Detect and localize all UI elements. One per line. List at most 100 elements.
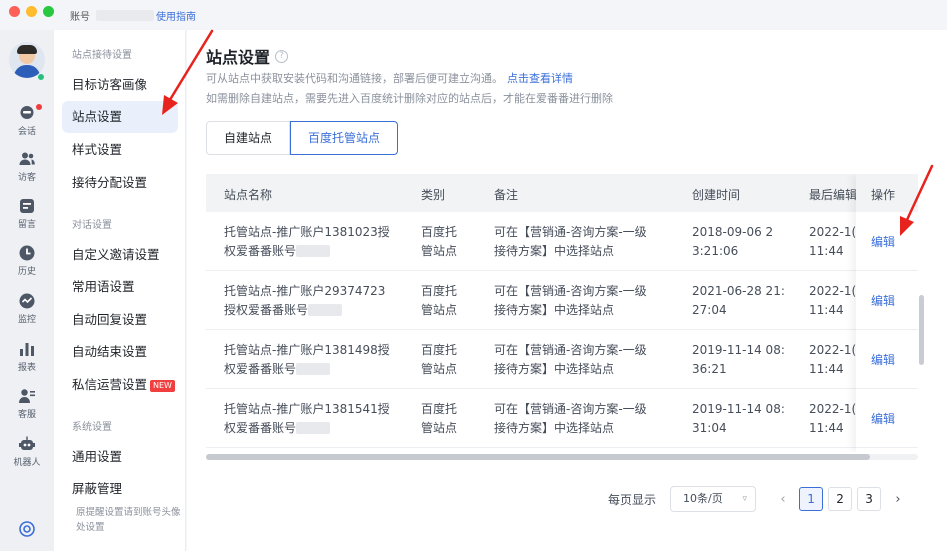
minimize-window-button[interactable] xyxy=(26,6,37,17)
sidebar-item-phrases[interactable]: 常用语设置 xyxy=(62,271,178,303)
message-icon xyxy=(18,197,36,215)
rail-label: 客服 xyxy=(17,410,36,420)
account-info: 账号 使用指南 xyxy=(70,8,196,23)
type-cell: 百度托 管站点 xyxy=(421,225,458,258)
last-edit-cell: 2022-1(11:44 xyxy=(809,225,857,258)
site-tabs: 自建站点 百度托管站点 xyxy=(206,121,399,155)
group-reception: 站点接待设置 xyxy=(72,50,132,61)
sidebar-item-general[interactable]: 通用设置 xyxy=(62,441,178,473)
window-controls xyxy=(9,6,54,17)
rail-item-agent[interactable]: 客服 xyxy=(0,387,54,420)
col-header-action: 操作 xyxy=(856,174,918,212)
agent-icon xyxy=(18,387,36,405)
page-title-text: 站点设置 xyxy=(206,48,271,67)
edit-button[interactable]: 编辑 xyxy=(856,212,918,271)
horizontal-scrollbar[interactable] xyxy=(206,454,918,460)
created-time-cell: 2021-06-28 21: 27:04 xyxy=(692,284,785,317)
description-line-2: 如需删除自建站点，需要先进入百度统计删除对应的站点后，才能在爱番番进行删除 xyxy=(206,92,613,105)
guide-link[interactable]: 使用指南 xyxy=(156,8,196,23)
sites-table: 站点名称 类别 备注 创建时间 最后编辑 托管站点-推广账户1381023授 权爱… xyxy=(206,174,918,452)
group-system: 系统设置 xyxy=(72,422,112,433)
help-icon[interactable]: ? xyxy=(275,49,289,63)
col-header-type: 类别 xyxy=(421,188,446,202)
tab-self-built[interactable]: 自建站点 xyxy=(206,121,291,155)
report-icon xyxy=(18,340,36,358)
rail-item-chat[interactable]: 会话 xyxy=(0,104,54,137)
rail-item-visitors[interactable]: 访客 xyxy=(0,150,54,183)
col-header-last-edit: 最后编辑 xyxy=(809,188,858,202)
edit-button[interactable]: 编辑 xyxy=(856,330,918,389)
edit-button[interactable]: 编辑 xyxy=(856,389,918,448)
created-time-cell: 2018-09-06 2 3:21:06 xyxy=(692,225,774,258)
last-edit-cell: 2022-1(11:44 xyxy=(809,284,857,317)
col-header-name: 站点名称 xyxy=(224,188,273,202)
rail-item-settings[interactable] xyxy=(0,520,54,540)
rail-item-monitor[interactable]: 监控 xyxy=(0,292,54,325)
note-cell: 可在【营销通-咨询方案-一级 接待方案】中选择站点 xyxy=(494,284,647,317)
new-badge: NEW xyxy=(150,380,175,392)
pagination: 每页显示 10条/页 ▿ ‹ 1 2 3 › xyxy=(608,486,909,512)
rail-label: 机器人 xyxy=(13,458,41,468)
edit-button[interactable]: 编辑 xyxy=(856,271,918,330)
sidebar-item-invite[interactable]: 自定义邀请设置 xyxy=(62,239,178,271)
zoom-window-button[interactable] xyxy=(43,6,54,17)
chat-icon xyxy=(18,104,36,122)
visitors-icon xyxy=(18,150,36,168)
rail-label: 访客 xyxy=(17,173,36,183)
rail-label: 会话 xyxy=(17,127,36,137)
sidebar-item-private-msg[interactable]: 私信运营设置 NEW xyxy=(62,369,178,401)
note-cell: 可在【营销通-咨询方案-一级 接待方案】中选择站点 xyxy=(494,402,647,435)
last-edit-cell: 2022-1(11:44 xyxy=(809,402,857,435)
scroll-thumb[interactable] xyxy=(206,454,870,460)
rail-label: 监控 xyxy=(17,315,36,325)
page-size-label: 每页显示 xyxy=(608,492,657,507)
unread-dot xyxy=(36,104,42,110)
page-button-2[interactable]: 2 xyxy=(828,487,853,511)
title-bar: 账号 使用指南 xyxy=(0,0,947,30)
note-cell: 可在【营销通-咨询方案-一级 接待方案】中选择站点 xyxy=(494,225,647,258)
sidebar-item-auto-reply[interactable]: 自动回复设置 xyxy=(62,304,178,336)
account-label: 账号 xyxy=(70,12,90,23)
monitor-icon xyxy=(18,292,36,310)
rail-item-history[interactable]: 历史 xyxy=(0,244,54,277)
sidebar-item-assignment[interactable]: 接待分配设置 xyxy=(62,167,178,199)
vertical-scrollbar[interactable] xyxy=(919,295,924,365)
history-icon xyxy=(18,244,36,262)
type-cell: 百度托 管站点 xyxy=(421,284,458,317)
close-window-button[interactable] xyxy=(9,6,20,17)
rail-label: 历史 xyxy=(17,267,36,277)
sidebar-item-site-settings[interactable]: 站点设置 xyxy=(62,101,178,133)
rail-label: 报表 xyxy=(17,363,36,373)
page-size-select[interactable]: 10条/页 ▿ xyxy=(670,486,757,512)
main-content: 站点设置 ? 可从站点中获取安装代码和沟通链接，部署后便可建立沟通。 点击查看详情… xyxy=(187,30,947,551)
view-details-link[interactable]: 点击查看详情 xyxy=(507,72,573,85)
last-edit-cell: 2022-1(11:44 xyxy=(809,343,857,376)
tab-baidu-hosted[interactable]: 百度托管站点 xyxy=(290,121,399,155)
group-conversation: 对话设置 xyxy=(72,220,112,231)
rail-item-robot[interactable]: 机器人 xyxy=(0,435,54,468)
next-page-button[interactable]: › xyxy=(887,492,909,507)
robot-icon xyxy=(18,435,36,453)
col-header-created: 创建时间 xyxy=(692,188,741,202)
site-name-cell: 托管站点-推广账户29374723 授权爱番番账号 xyxy=(224,284,386,317)
description-line-1: 可从站点中获取安装代码和沟通链接，部署后便可建立沟通。 点击查看详情 xyxy=(206,70,573,86)
type-cell: 百度托 管站点 xyxy=(421,402,458,435)
sidebar-item-block[interactable]: 屏蔽管理 xyxy=(62,473,178,505)
col-header-note: 备注 xyxy=(494,188,519,202)
page-button-1[interactable]: 1 xyxy=(799,487,824,511)
table-header: 站点名称 类别 备注 创建时间 最后编辑 xyxy=(206,174,918,212)
sidebar-item-style[interactable]: 样式设置 xyxy=(62,134,178,166)
description-text: 可从站点中获取安装代码和沟通链接，部署后便可建立沟通。 xyxy=(206,72,503,85)
settings-sidebar: 站点接待设置 目标访客画像 站点设置 样式设置 接待分配设置 对话设置 自定义邀… xyxy=(54,30,186,551)
blurred-account-name xyxy=(96,10,154,21)
type-cell: 百度托 管站点 xyxy=(421,343,458,376)
rail-item-message[interactable]: 留言 xyxy=(0,197,54,230)
reminder-note: 原提醒设置请到账号头像处设置 xyxy=(76,507,181,533)
sidebar-item-auto-end[interactable]: 自动结束设置 xyxy=(62,336,178,368)
action-column: 操作 编辑 编辑 编辑 编辑 xyxy=(856,174,918,452)
page-button-3[interactable]: 3 xyxy=(857,487,882,511)
rail-item-report[interactable]: 报表 xyxy=(0,340,54,373)
sidebar-item-label: 私信运营设置 xyxy=(72,377,148,392)
prev-page-button[interactable]: ‹ xyxy=(772,492,794,507)
sidebar-item-target-visitor[interactable]: 目标访客画像 xyxy=(62,69,178,101)
